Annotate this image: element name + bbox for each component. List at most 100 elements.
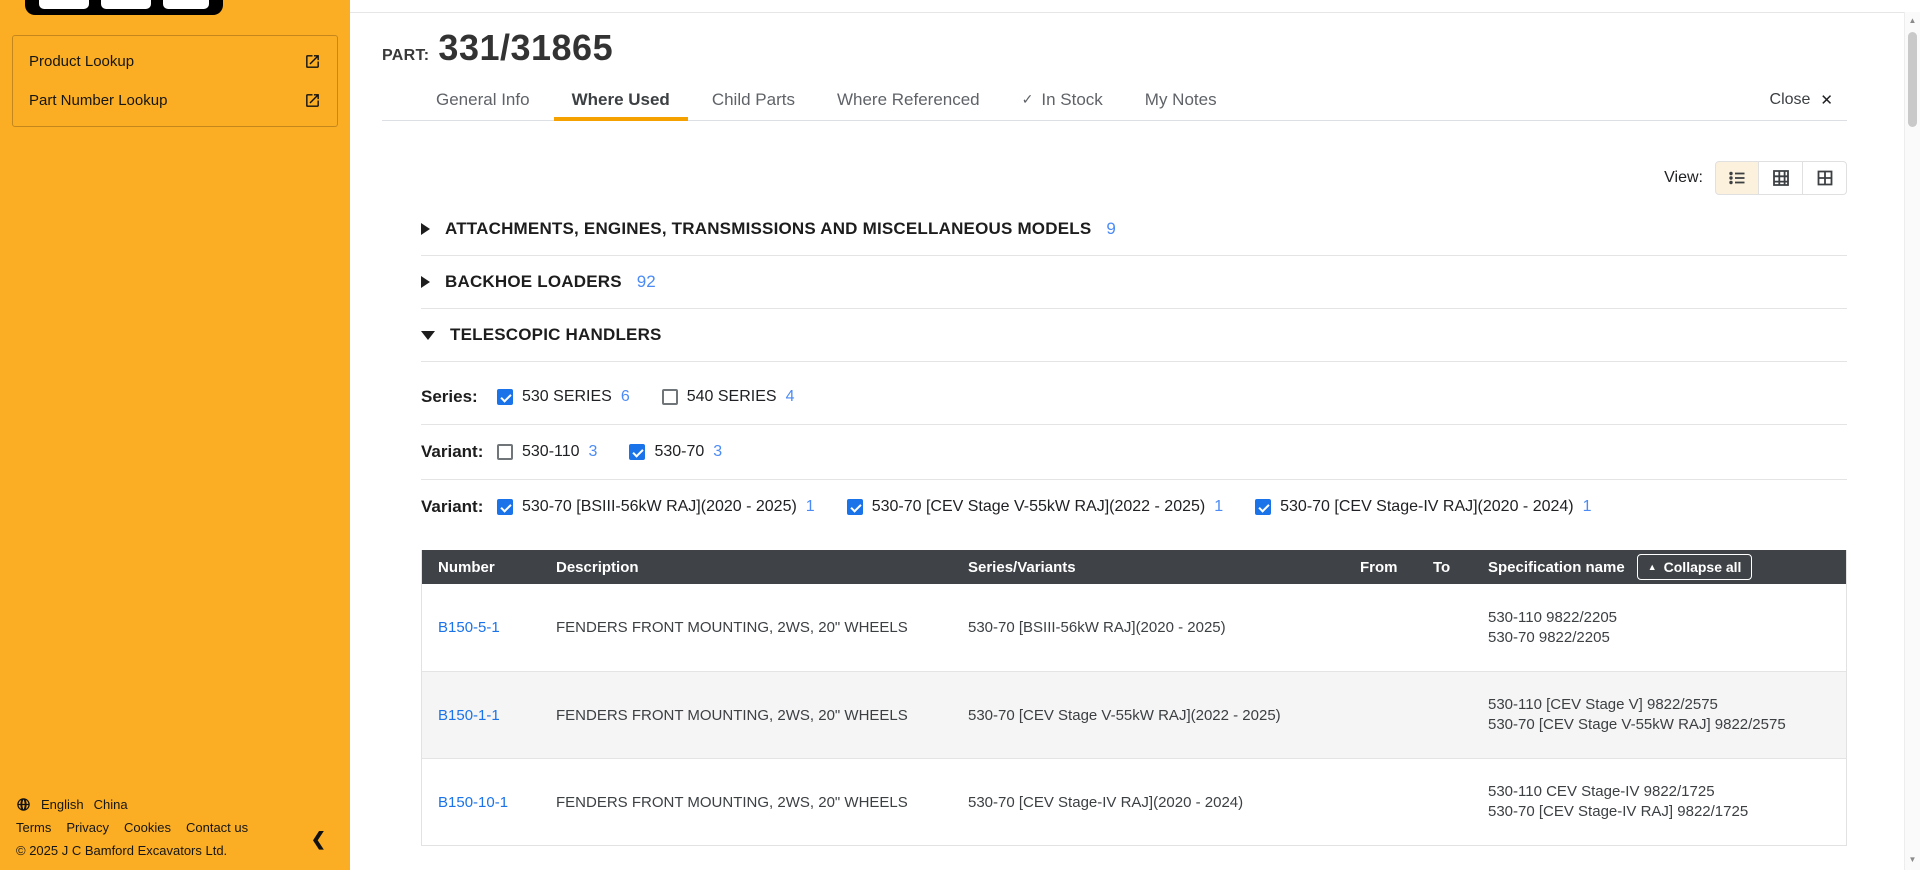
option-count: 4 [786,388,795,406]
series-variants-cell: 530-70 [BSIII-56kW RAJ](2020 - 2025) [968,619,1360,636]
section-collapsed-icon [421,276,430,288]
specification-cell: 530-110 CEV Stage-IV 9822/1725 530-70 [C… [1488,782,1846,822]
filter-label: Variant: [421,497,497,517]
view-switcher: View: [382,161,1847,195]
collapse-all-button[interactable]: ▲ Collapse all [1637,554,1753,580]
checkbox[interactable] [497,444,513,460]
lookup-nav-card: Product Lookup Part Number Lookup [12,35,338,127]
list-view-icon [1728,169,1746,187]
scroll-up-icon[interactable]: ▲ [1905,12,1920,29]
checkbox-540-series[interactable]: 540 SERIES 4 [662,388,795,406]
specification-cell: 530-110 9822/2205 530-70 9822/2205 [1488,608,1846,648]
tab-general-info[interactable]: General Info [436,79,530,120]
checkbox[interactable] [497,389,513,405]
column-header-number: Number [422,559,556,576]
view-label: View: [1664,169,1703,187]
sidebar-collapse-button[interactable]: ❮ [311,829,326,850]
scrollbar-thumb[interactable] [1908,32,1917,127]
checkbox-530-70[interactable]: 530-70 3 [629,443,722,461]
checkbox[interactable] [497,499,513,515]
tab-where-used[interactable]: Where Used [572,79,670,120]
section-backhoe-loaders[interactable]: BACKHOE LOADERS 92 [421,256,1847,309]
option-count: 1 [1214,498,1223,516]
language-selector[interactable]: English [41,797,84,812]
logo-letter [39,0,89,9]
close-icon: ✕ [1820,91,1833,109]
logo-letter [101,0,151,9]
column-header-to: To [1433,559,1488,576]
where-used-table: Number Description Series/Variants From … [421,550,1847,846]
logo-letter [163,0,209,9]
section-count: 92 [637,272,656,292]
table-view-button[interactable] [1759,161,1803,195]
option-count: 1 [1583,498,1592,516]
collapse-arrow-icon: ▲ [1648,563,1657,572]
specification-cell: 530-110 [CEV Stage V] 9822/2575 530-70 [… [1488,695,1846,735]
scroll-down-icon[interactable]: ▼ [1905,851,1920,868]
tab-bar: General Info Where Used Child Parts Wher… [382,79,1847,121]
nav-label: Product Lookup [29,53,134,70]
tab-my-notes[interactable]: My Notes [1145,79,1217,120]
section-collapsed-icon [421,223,430,235]
external-link-icon [304,53,321,70]
part-number-link[interactable]: B150-5-1 [438,619,500,636]
checkbox[interactable] [662,389,678,405]
globe-icon [16,797,31,812]
option-count: 3 [589,443,598,461]
close-button[interactable]: Close ✕ [1770,91,1833,109]
grid-view-icon [1816,169,1834,187]
checkbox-530-70-bsiii[interactable]: 530-70 [BSIII-56kW RAJ](2020 - 2025) 1 [497,498,815,516]
scrollbar[interactable]: ▲ ▼ [1904,12,1920,870]
main-panel: ▲ ▼ PART: 331/31865 General Info Where U… [350,0,1920,870]
grid-view-button[interactable] [1803,161,1847,195]
filter-row-variant-detail: Variant: 530-70 [BSIII-56kW RAJ](2020 - … [421,480,1847,534]
description-cell: FENDERS FRONT MOUNTING, 2WS, 20" WHEELS [556,707,968,724]
checkbox-530-70-cev-stage-v[interactable]: 530-70 [CEV Stage V-55kW RAJ](2022 - 202… [847,498,1223,516]
footer-link-contact[interactable]: Contact us [186,820,248,835]
column-header-from: From [1360,559,1433,576]
description-cell: FENDERS FRONT MOUNTING, 2WS, 20" WHEELS [556,794,968,811]
filter-row-variant: Variant: 530-110 3 530-70 3 [421,425,1847,480]
filter-label: Variant: [421,442,497,462]
checkbox-530-110[interactable]: 530-110 3 [497,443,597,461]
column-header-specification-name: Specification name [1488,559,1625,576]
option-count: 1 [806,498,815,516]
checkbox[interactable] [629,444,645,460]
footer-link-cookies[interactable]: Cookies [124,820,171,835]
description-cell: FENDERS FRONT MOUNTING, 2WS, 20" WHEELS [556,619,968,636]
table-row: B150-1-1 FENDERS FRONT MOUNTING, 2WS, 20… [422,671,1846,758]
region-label[interactable]: China [94,797,128,812]
checkbox-530-series[interactable]: 530 SERIES 6 [497,388,630,406]
list-view-button[interactable] [1715,161,1759,195]
section-attachments-engines[interactable]: ATTACHMENTS, ENGINES, TRANSMISSIONS AND … [421,203,1847,256]
tab-where-referenced[interactable]: Where Referenced [837,79,980,120]
table-row: B150-10-1 FENDERS FRONT MOUNTING, 2WS, 2… [422,758,1846,845]
sidebar-item-part-number-lookup[interactable]: Part Number Lookup [13,81,337,120]
part-number: 331/31865 [438,27,613,69]
part-number-link[interactable]: B150-10-1 [438,794,508,811]
checkbox-530-70-cev-stage-iv[interactable]: 530-70 [CEV Stage-IV RAJ](2020 - 2024) 1 [1255,498,1591,516]
tab-child-parts[interactable]: Child Parts [712,79,795,120]
checkbox[interactable] [1255,499,1271,515]
sidebar: Product Lookup Part Number Lookup Englis… [0,0,350,870]
section-expanded-icon [421,331,435,340]
nav-label: Part Number Lookup [29,92,167,109]
footer-link-privacy[interactable]: Privacy [66,820,109,835]
column-header-series-variants: Series/Variants [968,559,1360,576]
tab-in-stock[interactable]: ✓ In Stock [1022,79,1103,120]
option-count: 6 [621,388,630,406]
part-number-link[interactable]: B150-1-1 [438,707,500,724]
section-telescopic-handlers[interactable]: TELESCOPIC HANDLERS [421,309,1847,362]
check-icon: ✓ [1022,91,1034,108]
footer-link-terms[interactable]: Terms [16,820,51,835]
sidebar-item-product-lookup[interactable]: Product Lookup [13,42,337,81]
part-title: PART: 331/31865 [382,27,1847,69]
checkbox[interactable] [847,499,863,515]
sidebar-footer: English China Terms Privacy Cookies Cont… [16,797,248,858]
section-count: 9 [1106,219,1115,239]
table-header: Number Description Series/Variants From … [422,550,1846,584]
jcb-logo[interactable] [25,0,223,15]
series-variants-cell: 530-70 [CEV Stage V-55kW RAJ](2022 - 202… [968,707,1360,724]
filter-row-series: Series: 530 SERIES 6 540 SERIES 4 [421,362,1847,425]
series-variants-cell: 530-70 [CEV Stage-IV RAJ](2020 - 2024) [968,794,1360,811]
